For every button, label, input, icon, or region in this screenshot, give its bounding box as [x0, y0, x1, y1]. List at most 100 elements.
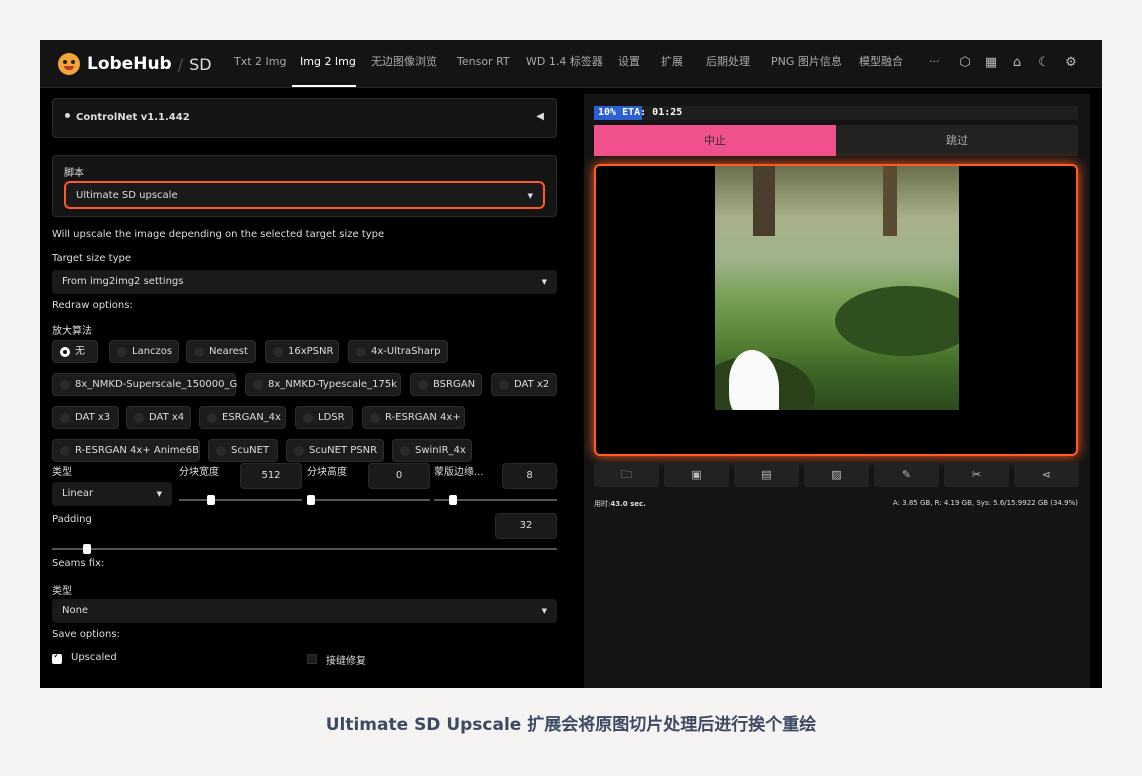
- upscaler-option-label: 8x_NMKD-Superscale_150000_G: [75, 379, 238, 390]
- upscaler-option[interactable]: DAT x3: [52, 406, 119, 429]
- tab-png-info[interactable]: PNG 图片信息: [771, 40, 842, 88]
- padding-label: Padding: [52, 514, 92, 525]
- seams-type-label: 类型: [52, 586, 72, 597]
- radio-icon: [273, 347, 283, 357]
- tile-width-input[interactable]: 512: [240, 463, 302, 489]
- collapse-icon[interactable]: ◀: [536, 111, 544, 122]
- upscaler-option-label: R-ESRGAN 4x+ Anime6B: [75, 445, 199, 456]
- upscaler-option[interactable]: Nearest: [186, 340, 256, 363]
- upscaler-option[interactable]: ScuNET PSNR: [286, 439, 384, 462]
- upscaler-option[interactable]: ScuNET: [208, 439, 278, 462]
- upscaler-option-label: ScuNET PSNR: [309, 445, 378, 456]
- mask-blur-slider-handle[interactable]: [449, 495, 457, 505]
- top-navigation: LobeHub / SD Txt 2 Img Img 2 Img 无边图像浏览 …: [40, 40, 1102, 88]
- upscaler-option[interactable]: ESRGAN_4x: [199, 406, 286, 429]
- hexagon-icon[interactable]: ⬡: [957, 55, 973, 71]
- type-label: 类型: [52, 467, 72, 478]
- zip-icon[interactable]: ▤: [734, 462, 799, 487]
- target-size-value: From img2img2 settings: [62, 276, 184, 287]
- brand-logo[interactable]: LobeHub / SD: [58, 50, 212, 78]
- radio-icon: [303, 413, 313, 423]
- upscaler-option-label: SwinIR_4x: [415, 445, 466, 456]
- upscaler-option[interactable]: R-ESRGAN 4x+ Anime6B: [52, 439, 200, 462]
- upscaler-option[interactable]: 16xPSNR: [265, 340, 339, 363]
- upscaler-option[interactable]: 4x-UltraSharp: [348, 340, 448, 363]
- script-select[interactable]: Ultimate SD upscale ▼: [64, 181, 545, 209]
- target-size-select[interactable]: From img2img2 settings ▼: [52, 270, 557, 294]
- upscaler-option[interactable]: Lanczos: [109, 340, 179, 363]
- seams-type-select[interactable]: None ▼: [52, 599, 557, 623]
- controlnet-label: ControlNet v1.1.442: [76, 112, 190, 123]
- time-label: 用时:: [594, 500, 611, 508]
- tile-width-slider-track[interactable]: [179, 499, 302, 501]
- output-image-frame[interactable]: [594, 164, 1078, 456]
- brush-icon[interactable]: ✎: [874, 462, 939, 487]
- tab-wd-tagger[interactable]: WD 1.4 标签器: [526, 40, 603, 88]
- tools-icon[interactable]: ✂: [944, 462, 1009, 487]
- upscaled-checkbox[interactable]: ✓: [52, 651, 62, 664]
- bullet-icon: [65, 113, 70, 118]
- tile-height-slider-handle[interactable]: [307, 495, 315, 505]
- radio-icon: [60, 380, 70, 390]
- upscaler-option-label: BSRGAN: [433, 379, 476, 390]
- tab-image-browser[interactable]: 无边图像浏览: [371, 40, 437, 88]
- tab-settings[interactable]: 设置: [618, 40, 640, 88]
- tab-txt2img[interactable]: Txt 2 Img: [234, 40, 286, 88]
- settings-icon[interactable]: ⚙: [1063, 55, 1079, 71]
- upscaler-option[interactable]: 无: [52, 340, 98, 363]
- padding-slider-handle[interactable]: [83, 544, 91, 554]
- upscaler-option[interactable]: 8x_NMKD-Typescale_175k: [245, 373, 401, 396]
- tab-img2img[interactable]: Img 2 Img: [300, 40, 356, 88]
- lobehub-emoji-icon: [58, 53, 80, 75]
- chevron-down-icon: ▼: [156, 490, 162, 498]
- tile-width-slider-handle[interactable]: [207, 495, 215, 505]
- upscaler-option-label: Nearest: [209, 346, 248, 357]
- upscaled-label: Upscaled: [71, 652, 117, 663]
- upscaler-option[interactable]: DAT x4: [126, 406, 191, 429]
- tile-height-slider-track[interactable]: [307, 499, 430, 501]
- type-select[interactable]: Linear ▼: [52, 482, 172, 506]
- tab-postprocessing[interactable]: 后期处理: [706, 40, 750, 88]
- upscaler-label: 放大算法: [52, 326, 92, 337]
- controlnet-accordion[interactable]: ControlNet v1.1.442 ◀: [52, 98, 557, 138]
- progress-bar: 10% ETA: 01:25: [594, 106, 1078, 120]
- padding-slider-track[interactable]: [52, 548, 557, 550]
- tile-height-input[interactable]: 0: [368, 463, 430, 489]
- tab-tensor-rt[interactable]: Tensor RT: [457, 40, 510, 88]
- image-icon[interactable]: ▨: [804, 462, 869, 487]
- script-card: 脚本 Ultimate SD upscale ▼: [52, 155, 557, 217]
- upscaler-option[interactable]: BSRGAN: [410, 373, 482, 396]
- output-image[interactable]: [715, 166, 959, 410]
- tab-model-merge[interactable]: 模型融合: [859, 40, 903, 88]
- interrupt-button[interactable]: 中止: [594, 125, 836, 156]
- share-icon[interactable]: ⋖: [1014, 462, 1079, 487]
- more-tabs-button[interactable]: ···: [929, 40, 940, 88]
- radio-icon: [370, 413, 380, 423]
- moon-icon[interactable]: ☾: [1036, 55, 1052, 71]
- type-value: Linear: [62, 488, 94, 499]
- upscaler-option[interactable]: R-ESRGAN 4x+: [362, 406, 465, 429]
- folder-icon[interactable]: 🗀: [594, 462, 659, 487]
- radio-icon: [216, 446, 226, 456]
- padding-input[interactable]: 32: [495, 513, 557, 539]
- save-icon[interactable]: ▣: [664, 462, 729, 487]
- grid-icon[interactable]: ▦: [983, 55, 999, 71]
- skip-button[interactable]: 跳过: [836, 125, 1078, 156]
- tab-extensions[interactable]: 扩展: [661, 40, 683, 88]
- radio-icon: [356, 347, 366, 357]
- radio-icon: [400, 446, 410, 456]
- controlnet-title: ControlNet v1.1.442: [65, 112, 190, 123]
- brand-separator: /: [177, 54, 184, 74]
- upscaler-option[interactable]: 8x_NMKD-Superscale_150000_G: [52, 373, 238, 396]
- mask-blur-input[interactable]: 8: [502, 463, 557, 489]
- seams-fix-checkbox[interactable]: [307, 654, 317, 664]
- github-icon[interactable]: ⌂: [1009, 55, 1025, 71]
- figure-caption: Ultimate SD Upscale 扩展会将原图切片处理后进行挨个重绘: [325, 715, 817, 735]
- radio-icon: [60, 446, 70, 456]
- radio-icon: [418, 380, 428, 390]
- upscaler-option[interactable]: DAT x2: [491, 373, 557, 396]
- chevron-down-icon: ▼: [541, 607, 547, 615]
- radio-icon: [253, 380, 263, 390]
- upscaler-option[interactable]: SwinIR_4x: [392, 439, 472, 462]
- upscaler-option[interactable]: LDSR: [295, 406, 353, 429]
